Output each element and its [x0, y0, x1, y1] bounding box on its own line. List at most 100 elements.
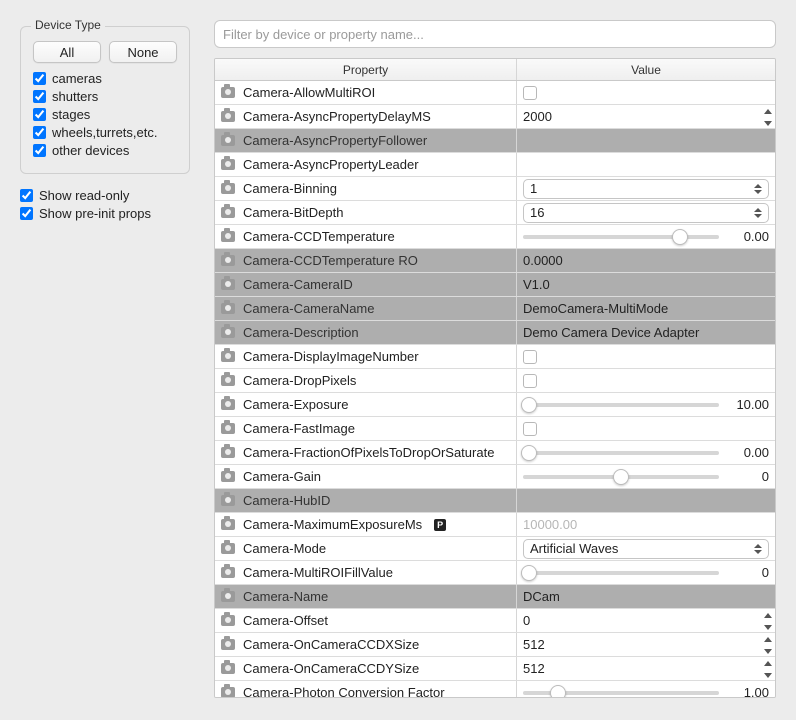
value-cell[interactable]: 0.00	[517, 441, 775, 464]
slider[interactable]: 0.00	[523, 229, 769, 244]
all-button[interactable]: All	[33, 41, 101, 63]
device-filter-stages[interactable]: stages	[33, 107, 177, 122]
slider[interactable]: 1.00	[523, 685, 769, 697]
value-cell[interactable]: 2000	[517, 105, 775, 128]
property-cell: Camera-Exposure	[215, 393, 517, 416]
value-cell[interactable]	[517, 153, 775, 176]
checkbox[interactable]	[20, 189, 33, 202]
table-row: Camera-OnCameraCCDYSize512	[215, 657, 775, 681]
device-filter-shutters[interactable]: shutters	[33, 89, 177, 104]
property-name: Camera-CCDTemperature RO	[243, 253, 418, 268]
value-cell: 0.0000	[517, 249, 775, 272]
checkbox[interactable]	[523, 422, 537, 436]
device-filter-wheels-turrets-etc-[interactable]: wheels,turrets,etc.	[33, 125, 177, 140]
option-show-pre-init-props[interactable]: Show pre-init props	[20, 206, 190, 221]
table-body[interactable]: Camera-AllowMultiROI Camera-AsyncProperty…	[215, 81, 775, 697]
value-cell[interactable]: 0	[517, 465, 775, 488]
value-cell[interactable]: 10.00	[517, 393, 775, 416]
value-cell[interactable]: 1.00	[517, 681, 775, 697]
preinit-badge: P	[434, 519, 446, 531]
filter-input[interactable]	[214, 20, 776, 48]
camera-icon	[221, 351, 235, 362]
select[interactable]: 1	[523, 179, 769, 199]
device-filter-cameras[interactable]: cameras	[33, 71, 177, 86]
checkbox[interactable]	[33, 72, 46, 85]
value-cell[interactable]: 16	[517, 201, 775, 224]
value-cell[interactable]	[517, 369, 775, 392]
value-text[interactable]: 512	[523, 661, 769, 676]
checkbox[interactable]	[33, 144, 46, 157]
checkbox[interactable]	[523, 350, 537, 364]
property-cell: Camera-DisplayImageNumber	[215, 345, 517, 368]
header-value: Value	[517, 59, 775, 80]
value-cell[interactable]: 1	[517, 177, 775, 200]
value-text: V1.0	[523, 277, 769, 292]
table-row: Camera-Offset0	[215, 609, 775, 633]
checkbox[interactable]	[33, 108, 46, 121]
property-cell: Camera-FastImage	[215, 417, 517, 440]
property-name: Camera-Description	[243, 325, 359, 340]
value-text[interactable]: 10000.00	[523, 517, 769, 532]
value-cell[interactable]: 512	[517, 657, 775, 680]
value-cell[interactable]: 512	[517, 633, 775, 656]
stepper[interactable]	[761, 105, 775, 129]
value-cell[interactable]: 0	[517, 561, 775, 584]
camera-icon	[221, 615, 235, 626]
checkbox[interactable]	[20, 207, 33, 220]
stepper[interactable]	[761, 609, 775, 633]
slider-value: 0	[727, 565, 769, 580]
checkbox[interactable]	[523, 374, 537, 388]
value-cell[interactable]: 0	[517, 609, 775, 632]
stepper[interactable]	[761, 657, 775, 681]
property-name: Camera-MultiROIFillValue	[243, 565, 393, 580]
none-button[interactable]: None	[109, 41, 177, 63]
value-cell: DCam	[517, 585, 775, 608]
value-cell[interactable]: Artificial Waves	[517, 537, 775, 560]
stepper[interactable]	[761, 633, 775, 657]
select[interactable]: Artificial Waves	[523, 539, 769, 559]
property-cell: Camera-OnCameraCCDXSize	[215, 633, 517, 656]
slider[interactable]: 0	[523, 565, 769, 580]
option-show-read-only[interactable]: Show read-only	[20, 188, 190, 203]
slider[interactable]: 0.00	[523, 445, 769, 460]
table-row: Camera-AllowMultiROI	[215, 81, 775, 105]
property-cell: Camera-DropPixels	[215, 369, 517, 392]
value-cell[interactable]	[517, 81, 775, 104]
value-cell[interactable]	[517, 417, 775, 440]
value-text[interactable]: 2000	[523, 109, 769, 124]
property-name: Camera-Exposure	[243, 397, 349, 412]
property-cell: Camera-AllowMultiROI	[215, 81, 517, 104]
table-row: Camera-DropPixels	[215, 369, 775, 393]
value-text[interactable]: 0	[523, 613, 769, 628]
table-row: Camera-Photon Conversion Factor1.00	[215, 681, 775, 697]
slider[interactable]: 0	[523, 469, 769, 484]
camera-icon	[221, 423, 235, 434]
checkbox[interactable]	[33, 126, 46, 139]
label: wheels,turrets,etc.	[52, 125, 158, 140]
device-filter-other-devices[interactable]: other devices	[33, 143, 177, 158]
camera-icon	[221, 87, 235, 98]
property-name: Camera-AsyncPropertyFollower	[243, 133, 427, 148]
table-row: Camera-CameraIDV1.0	[215, 273, 775, 297]
value-cell[interactable]: 10000.00	[517, 513, 775, 536]
value-cell[interactable]	[517, 345, 775, 368]
camera-icon	[221, 687, 235, 697]
camera-icon	[221, 519, 235, 530]
table-row: Camera-Exposure 10.00	[215, 393, 775, 417]
checkbox[interactable]	[33, 90, 46, 103]
table-row: Camera-MaximumExposureMsP10000.00	[215, 513, 775, 537]
camera-icon	[221, 591, 235, 602]
select[interactable]: 16	[523, 203, 769, 223]
property-cell: Camera-Gain	[215, 465, 517, 488]
camera-icon	[221, 231, 235, 242]
camera-icon	[221, 543, 235, 554]
value-cell[interactable]: 0.00	[517, 225, 775, 248]
label: Show pre-init props	[39, 206, 151, 221]
slider[interactable]: 10.00	[523, 397, 769, 412]
property-cell: Camera-Name	[215, 585, 517, 608]
checkbox[interactable]	[523, 86, 537, 100]
table-row: Camera-OnCameraCCDXSize 512	[215, 633, 775, 657]
value-cell: V1.0	[517, 273, 775, 296]
value-text[interactable]: 512	[523, 637, 769, 652]
property-name: Camera-AllowMultiROI	[243, 85, 375, 100]
